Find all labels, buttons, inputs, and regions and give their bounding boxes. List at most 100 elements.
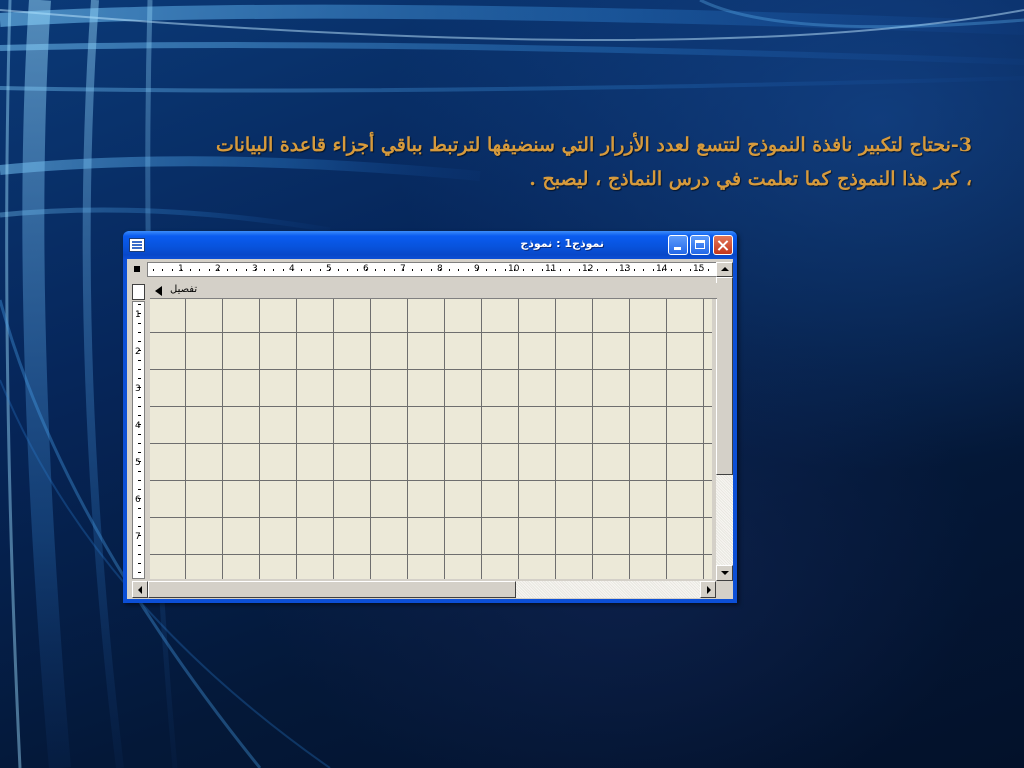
ruler-label: 7 (135, 532, 141, 542)
ruler-tick (138, 378, 141, 379)
ruler-tick (671, 269, 672, 271)
ruler-tick (199, 269, 200, 271)
ruler-tick (138, 360, 141, 361)
ruler-tick (653, 269, 654, 271)
ruler-tick (138, 369, 141, 370)
ruler-tick (153, 269, 154, 271)
minimize-button[interactable] (668, 235, 688, 255)
ruler-tick (138, 545, 141, 546)
ruler-tick (227, 269, 228, 271)
ruler-tick (523, 269, 524, 271)
ruler-tick (412, 269, 413, 271)
arrow-down-icon (721, 571, 729, 575)
ruler-tick (138, 471, 141, 472)
ruler-tick (209, 269, 210, 271)
ruler-tick (486, 269, 487, 271)
scroll-left-button[interactable] (132, 581, 148, 598)
ruler-label: 5 (135, 458, 141, 468)
ruler-tick (338, 269, 339, 271)
ruler-tick (394, 269, 395, 271)
ruler-tick (138, 434, 141, 435)
ruler-label: 4 (289, 264, 295, 274)
ruler-tick (495, 269, 496, 271)
grid-edge (712, 299, 716, 579)
scroll-down-button[interactable] (716, 565, 733, 581)
ruler-label: 6 (363, 264, 369, 274)
scroll-right-button[interactable] (700, 581, 716, 598)
ruler-tick (347, 269, 348, 271)
horizontal-ruler-ticks (153, 269, 709, 271)
ruler-tick (560, 269, 561, 271)
ruler-label: 6 (135, 495, 141, 505)
ruler-tick (138, 323, 141, 324)
scroll-up-button[interactable] (716, 262, 733, 277)
ruler-tick (690, 269, 691, 271)
ruler-tick (680, 269, 681, 271)
window-title-bar[interactable]: نموذج1 : نموذج (123, 231, 737, 259)
form-designer-client-area: 1 2 3 4 5 6 7 8 9 10 11 12 13 14 15 تفصي… (127, 259, 733, 599)
ruler-tick (708, 269, 709, 271)
scroll-corner (716, 581, 733, 598)
ruler-label: 3 (135, 384, 141, 394)
ruler-tick (532, 269, 533, 271)
ruler-label: 8 (437, 264, 443, 274)
form-selector-button[interactable] (127, 259, 147, 279)
ruler-tick (606, 269, 607, 271)
ruler-tick (375, 269, 376, 271)
ruler-label: 10 (508, 264, 520, 274)
arrow-up-icon (721, 267, 729, 271)
ruler-label: 5 (326, 264, 332, 274)
ruler-tick (301, 269, 302, 271)
ruler-tick (283, 269, 284, 271)
ruler-tick (264, 269, 265, 271)
ruler-tick (138, 554, 141, 555)
window-title: نموذج1 : نموذج (520, 237, 604, 250)
ruler-tick (138, 517, 141, 518)
detail-section-label: تفصيل (170, 284, 198, 295)
ruler-label: 1 (135, 310, 141, 320)
horizontal-scroll-thumb[interactable] (148, 581, 516, 598)
ruler-label: 13 (619, 264, 631, 274)
close-button[interactable] (713, 235, 733, 255)
vertical-ruler[interactable]: 1 2 3 4 5 6 7 (132, 301, 145, 579)
ruler-tick (569, 269, 570, 271)
ruler-tick (138, 526, 141, 527)
ruler-tick (236, 269, 237, 271)
ruler-tick (138, 480, 141, 481)
ruler-label: 3 (252, 264, 258, 274)
ruler-tick (138, 406, 141, 407)
arrow-left-icon (138, 586, 142, 594)
ruler-tick (138, 341, 141, 342)
ruler-tick (172, 269, 173, 271)
vertical-scroll-thumb[interactable] (716, 277, 733, 475)
ruler-tick (310, 269, 311, 271)
instruction-line-1: 3-نحتاج لتكبير نافذة النموذج لتتسع لعدد … (215, 134, 972, 156)
ruler-label: 15 (693, 264, 705, 274)
ruler-tick (505, 269, 506, 271)
arrow-right-icon (707, 586, 711, 594)
slide-instruction-text: 3-نحتاج لتكبير نافذة النموذج لتتسع لعدد … (0, 128, 972, 196)
ruler-label: 9 (474, 264, 480, 274)
detail-design-grid[interactable] (150, 299, 713, 579)
ruler-tick (162, 269, 163, 271)
detail-section-header[interactable]: تفصيل (150, 283, 717, 299)
ruler-tick (643, 269, 644, 271)
horizontal-ruler[interactable]: 1 2 3 4 5 6 7 8 9 10 11 12 13 14 15 (147, 262, 717, 277)
maximize-button[interactable] (690, 235, 710, 255)
ruler-tick (458, 269, 459, 271)
ruler-tick (468, 269, 469, 271)
ruler-label: 12 (582, 264, 594, 274)
section-selector[interactable] (132, 284, 145, 300)
ruler-tick (449, 269, 450, 271)
ruler-label: 14 (656, 264, 668, 274)
ruler-tick (542, 269, 543, 271)
form-icon[interactable] (129, 238, 145, 252)
ruler-tick (190, 269, 191, 271)
ruler-tick (384, 269, 385, 271)
ruler-tick (138, 443, 141, 444)
ruler-tick (273, 269, 274, 271)
section-arrow-icon (155, 286, 162, 296)
ruler-label: 2 (215, 264, 221, 274)
ruler-tick (138, 415, 141, 416)
ruler-tick (138, 489, 141, 490)
